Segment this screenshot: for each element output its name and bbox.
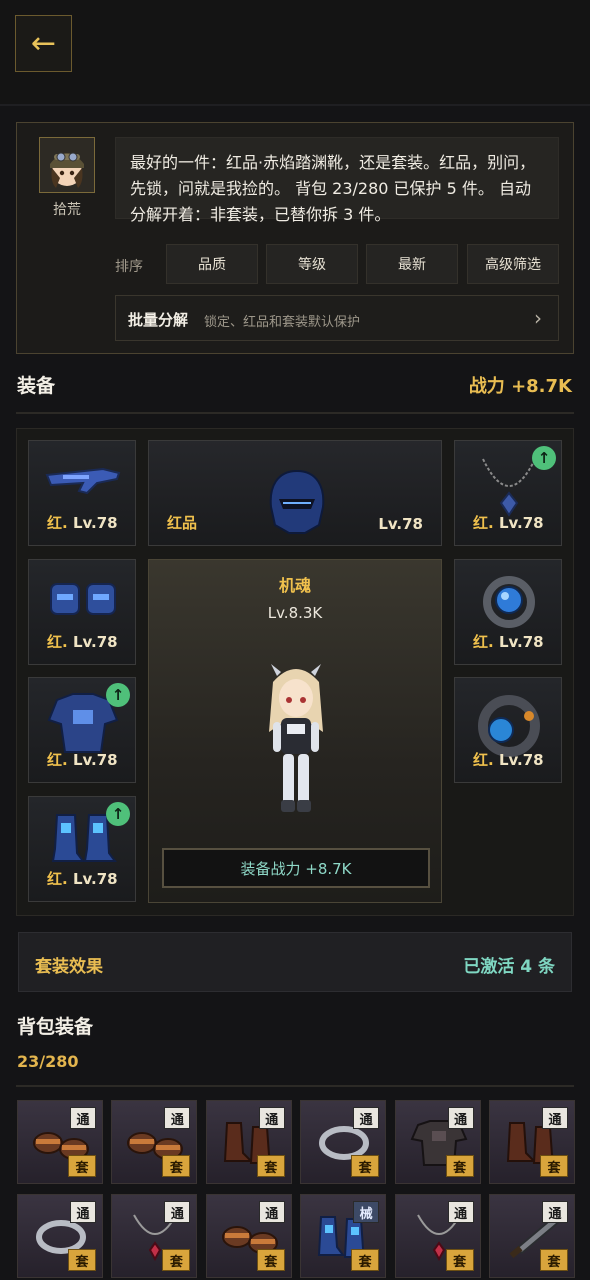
chevron-right-icon: › [534, 306, 542, 330]
equipment-title: 装备 [17, 375, 56, 397]
slot-level: 红. Lv.78 [473, 514, 544, 532]
slot-weapon[interactable]: 红. Lv.78 [28, 440, 136, 546]
slot-level: 红. Lv.78 [473, 633, 544, 651]
sort-label: 排序 [115, 259, 143, 275]
bag-item[interactable]: 通套 [394, 1194, 481, 1278]
bag-item[interactable]: 通套 [111, 1194, 198, 1278]
sort-quality-button[interactable]: 品质 [166, 244, 258, 284]
bag-item[interactable]: 通套 [111, 1100, 198, 1184]
item-type-tag: 通 [542, 1201, 568, 1223]
slot-level: 红. Lv.78 [47, 633, 118, 651]
set-badge: 套 [256, 1155, 285, 1177]
mech-girl-figure-icon [269, 664, 323, 812]
helmet-icon [269, 469, 325, 534]
batch-salvage-row[interactable]: 批量分解 锁定、红品和套装默认保护 › [115, 295, 559, 341]
bag-item[interactable]: 械套 [300, 1194, 387, 1278]
item-type-tag: 通 [164, 1107, 191, 1129]
bag-item[interactable]: 通套 [17, 1100, 103, 1184]
item-type-tag: 械 [353, 1201, 380, 1223]
bag-item[interactable]: 通套 [17, 1194, 103, 1278]
set-badge: 套 [256, 1249, 285, 1271]
slot-bracer[interactable]: 红. Lv.78 [454, 677, 562, 783]
bag-item[interactable]: 通套 [394, 1100, 481, 1184]
set-badge: 套 [162, 1155, 191, 1177]
set-badge: 套 [68, 1155, 96, 1177]
set-effect-title: 套装效果 [35, 957, 103, 977]
bag-item[interactable]: 通套 [489, 1100, 575, 1184]
advisor-name: 拾荒 [53, 202, 81, 218]
mech-level: Lv.8.3K [267, 604, 323, 622]
ring-icon [483, 576, 535, 628]
slot-necklace[interactable]: ↑ 红. Lv.78 [454, 440, 562, 546]
top-bar: ← [0, 0, 590, 106]
equipment-panel: 红. Lv.78 红品 Lv.78 ↑ 红. Lv.78 红. Lv.78 机魂 [16, 428, 574, 916]
divider [16, 1085, 574, 1087]
slot-legs[interactable]: 红. Lv.78 [28, 559, 136, 665]
item-type-tag: 通 [258, 1107, 285, 1129]
item-type-tag: 通 [164, 1201, 191, 1223]
mech-name: 机魂 [278, 576, 311, 595]
advisor-panel: 拾荒 最好的一件：红品·赤焰踏渊靴，还是套装。红品，别问，先锁，问就是我捡的。 … [16, 122, 574, 354]
bag-item[interactable]: 通套 [205, 1100, 292, 1184]
set-effect-bar[interactable]: 套装效果 已激活 4 条 [18, 932, 572, 992]
set-badge: 套 [540, 1249, 568, 1271]
set-badge: 套 [445, 1249, 474, 1271]
bag-item[interactable]: 通套 [205, 1194, 292, 1278]
avatar[interactable] [39, 137, 95, 193]
equipment-power: 战力 +8.7K [468, 376, 572, 397]
item-type-tag: 通 [258, 1201, 285, 1223]
helmet-rarity: 红品 [167, 514, 198, 532]
advisor-message: 最好的一件：红品·赤焰踏渊靴，还是套装。红品，别问，先锁，问就是我捡的。 背包 … [115, 137, 559, 224]
bag-count: 23/280 [17, 1052, 79, 1071]
divider [16, 412, 574, 414]
advanced-filter-button[interactable]: 高级筛选 [467, 244, 559, 284]
batch-salvage-title: 批量分解 [128, 311, 189, 329]
item-type-tag: 通 [447, 1107, 474, 1129]
item-type-tag: 通 [353, 1107, 380, 1129]
upgrade-arrow-icon: ↑ [106, 683, 130, 707]
rifle-icon [45, 467, 121, 495]
bag-item[interactable]: 通套 [300, 1100, 387, 1184]
bag-title: 背包装备 [17, 1016, 94, 1038]
slot-armor[interactable]: ↑ 红. Lv.78 [28, 677, 136, 783]
set-badge: 套 [68, 1249, 96, 1271]
slot-boots[interactable]: ↑ 红. Lv.78 [28, 796, 136, 902]
scavenger-portrait-icon [40, 138, 94, 192]
slot-level: 红. Lv.78 [473, 751, 544, 769]
slot-ring[interactable]: 红. Lv.78 [454, 559, 562, 665]
upgrade-arrow-icon: ↑ [106, 802, 130, 826]
leg-armor-icon [50, 583, 116, 615]
item-type-tag: 通 [447, 1201, 474, 1223]
item-type-tag: 通 [70, 1107, 96, 1129]
set-badge: 套 [162, 1249, 191, 1271]
sort-newest-button[interactable]: 最新 [366, 244, 458, 284]
slot-level: 红. Lv.78 [47, 751, 118, 769]
slot-level: 红. Lv.78 [47, 514, 118, 532]
helmet-level: Lv.78 [378, 515, 423, 533]
item-type-tag: 通 [70, 1201, 96, 1223]
mech-core-panel[interactable]: 机魂 Lv.8.3K 装备战力 +8.7K [148, 559, 442, 903]
mech-power-display: 装备战力 +8.7K [162, 848, 430, 888]
back-arrow-icon: ← [30, 26, 57, 61]
slot-level: 红. Lv.78 [47, 870, 118, 888]
set-badge: 套 [351, 1249, 380, 1271]
set-badge: 套 [445, 1155, 474, 1177]
bag-item[interactable]: 通套 [489, 1194, 575, 1278]
set-badge: 套 [351, 1155, 380, 1177]
item-type-tag: 通 [542, 1107, 568, 1129]
slot-helmet[interactable]: 红品 Lv.78 [148, 440, 442, 546]
set-badge: 套 [540, 1155, 568, 1177]
back-button[interactable]: ← [15, 15, 72, 72]
sort-level-button[interactable]: 等级 [266, 244, 358, 284]
upgrade-arrow-icon: ↑ [532, 446, 556, 470]
set-effect-status: 已激活 4 条 [463, 957, 555, 977]
batch-salvage-desc: 锁定、红品和套装默认保护 [204, 315, 361, 330]
